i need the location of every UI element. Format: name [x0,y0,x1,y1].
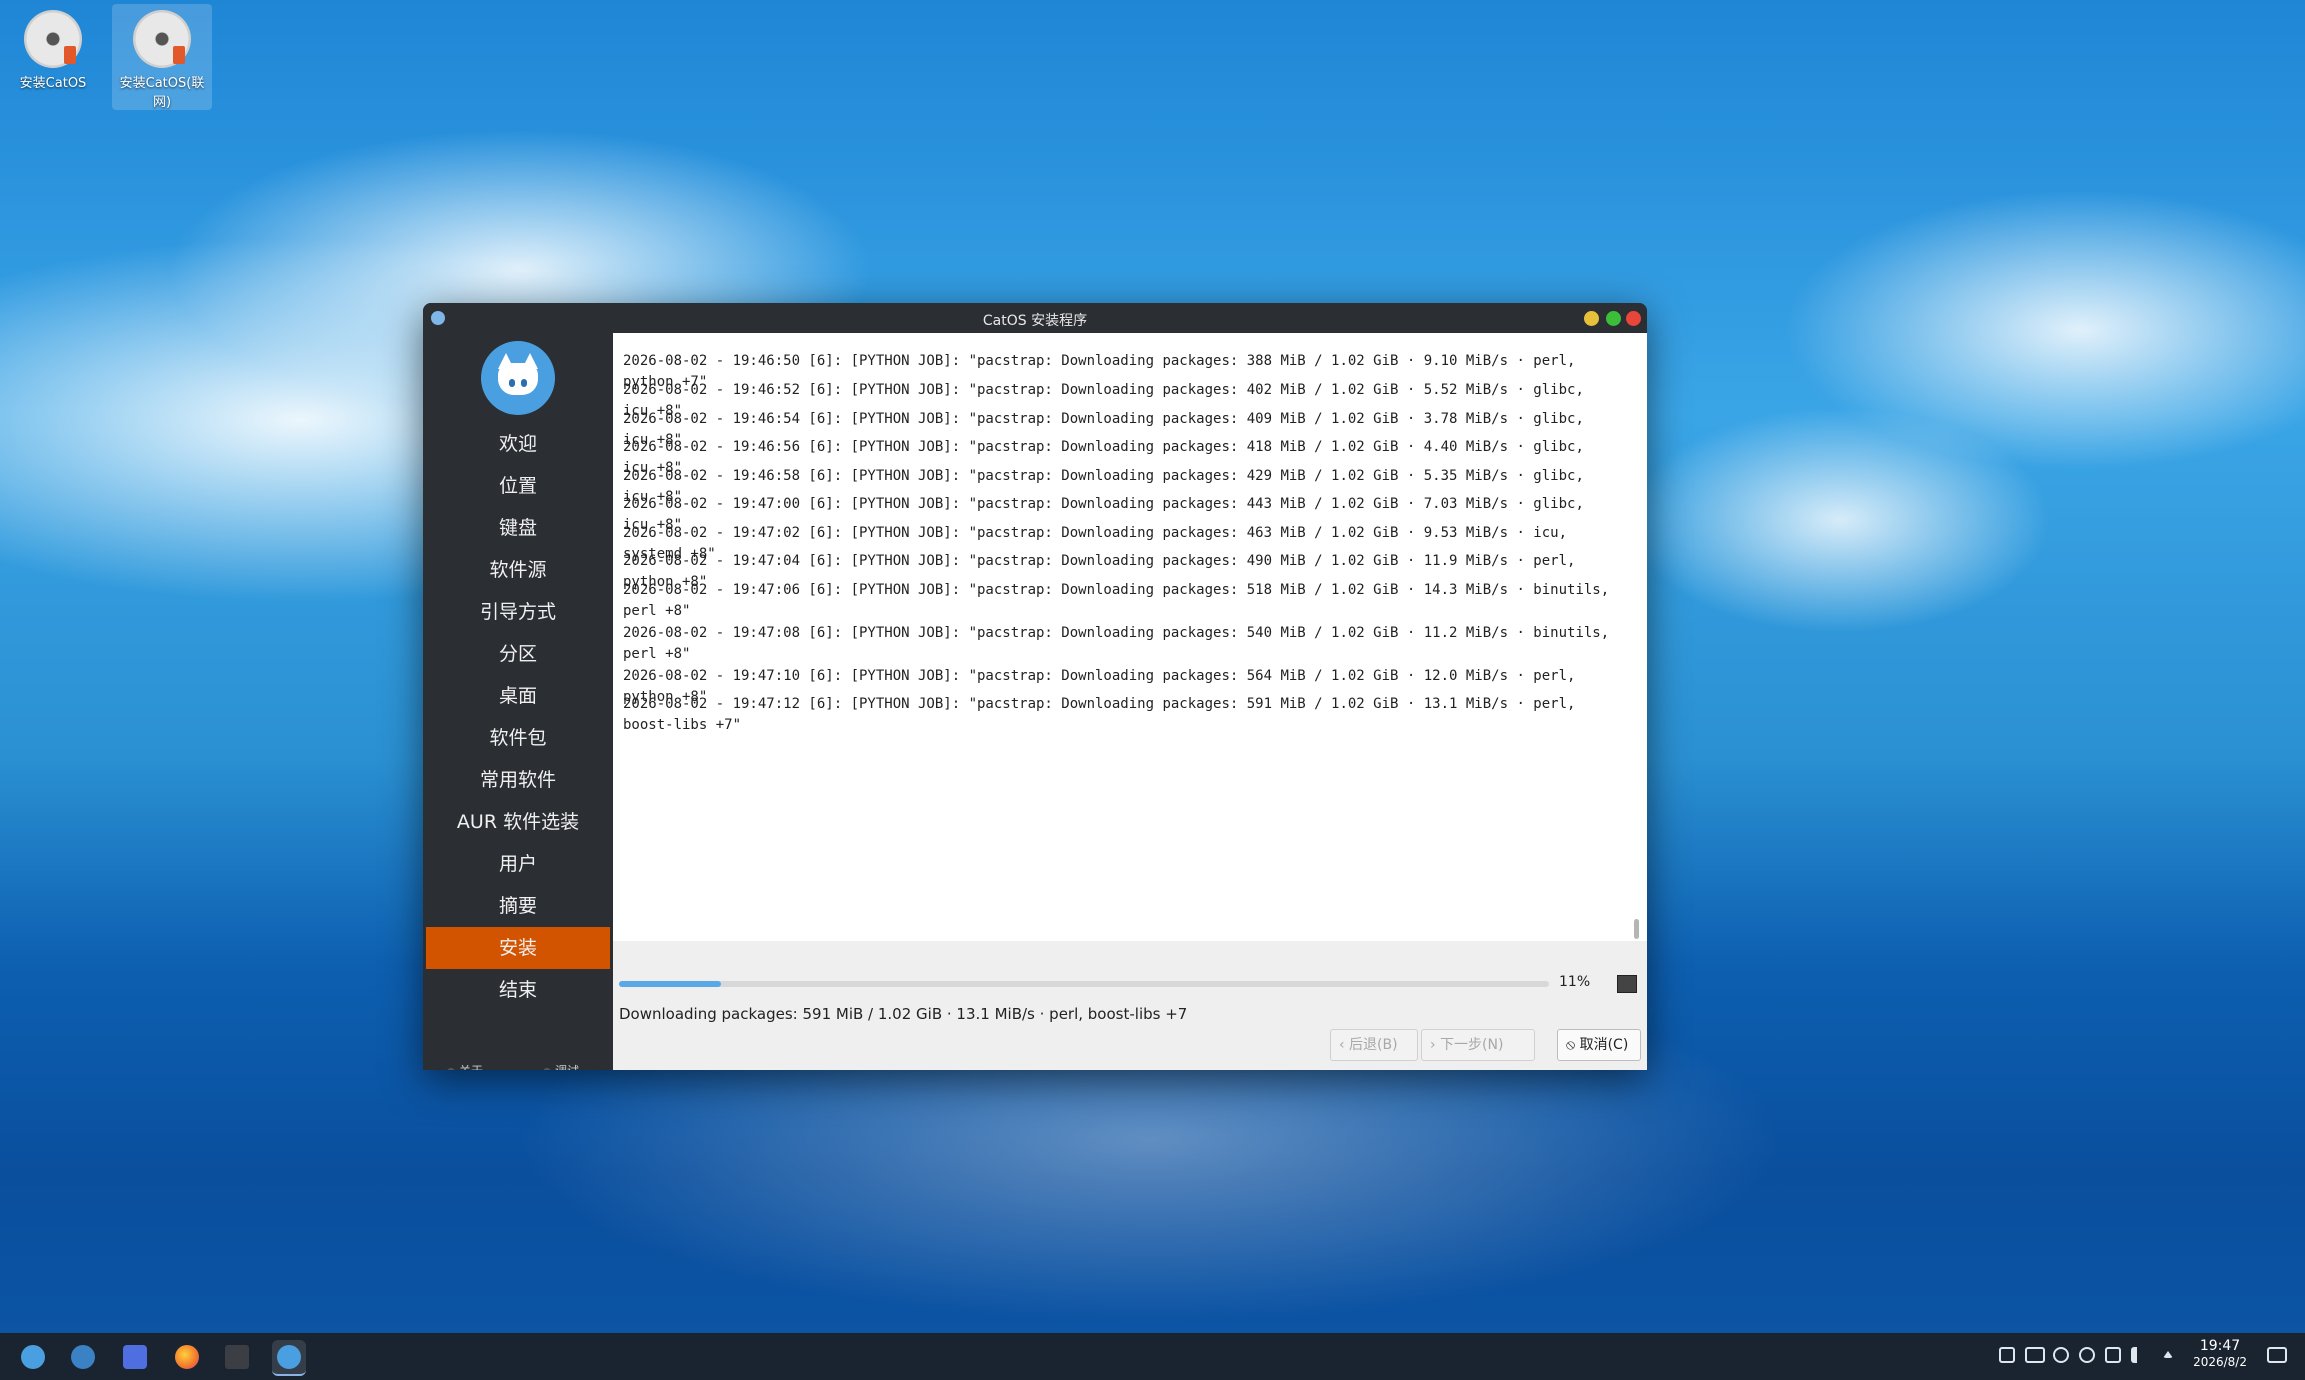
cancel-button[interactable]: ⦸ 取消(C) [1557,1029,1641,1061]
progress-bar [619,981,1549,987]
sidebar-step: 用户 [498,853,537,875]
terminal-icon [225,1345,249,1369]
sidebar-step: 引导方式 [479,601,556,623]
about-button[interactable]: 关于 [447,1062,483,1070]
sidebar-step: 欢迎 [498,433,537,455]
log-line: 2026-08-02 - 19:47:12 [6]: [PYTHON JOB]:… [623,696,1584,733]
step-list: 欢迎位置键盘软件源引导方式分区桌面软件包常用软件 AUR 软件选装 用户摘要安装结束 [423,423,613,1011]
status-text: Downloading packages: 591 MiB / 1.02 GiB… [619,1005,1188,1023]
minimize-button[interactable] [1584,311,1599,326]
installer-window: CatOS 安装程序 欢迎位置键盘软件源引导方式分区桌面软件包常用软件 AUR 软… [423,303,1647,1070]
files-button[interactable] [118,1340,152,1374]
sidebar-step: 位置 [498,475,537,497]
clock[interactable]: 19:47 2026/8/2 [2193,1338,2247,1370]
maximize-button[interactable] [1606,311,1621,326]
next-button[interactable]: › 下一步(N) [1421,1029,1535,1061]
back-button[interactable]: ‹ 后退(B) [1330,1029,1418,1061]
catos-menu-icon [21,1345,45,1369]
log-line: 2026-08-02 - 19:47:06 [6]: [PYTHON JOB]:… [623,582,1618,619]
title-bar[interactable]: CatOS 安装程序 [423,303,1647,333]
close-button[interactable] [1626,311,1641,326]
sidebar-step: 软件包 [489,727,547,749]
catos-menu-button[interactable] [16,1340,50,1374]
main-panel: 2026-08-02 - 19:46:50 [6]: [PYTHON JOB]:… [613,333,1647,1070]
log-scrollbar[interactable] [1634,919,1639,939]
desktop-icon-install-catos-online[interactable]: 安装CatOS(联网) [112,4,212,110]
toggle-log-icon[interactable] [1617,975,1637,993]
sidebar: 欢迎位置键盘软件源引导方式分区桌面软件包常用软件 AUR 软件选装 用户摘要安装结束… [423,333,613,1070]
terminal-button[interactable] [220,1340,254,1374]
clock-time: 19:47 [2199,1338,2241,1354]
log-line: 2026-08-02 - 19:47:08 [6]: [PYTHON JOB]:… [623,625,1618,662]
volume-icon[interactable] [2131,1347,2147,1363]
tray-expand-icon[interactable] [2163,1351,2173,1358]
progress-row: 11% [619,973,1637,997]
clock-date: 2026/8/2 [2193,1355,2247,1369]
desktop-icon-install-catos[interactable]: 安装CatOS [3,4,103,91]
sidebar-step: 摘要 [498,895,537,917]
disc-drive-icon [133,10,191,68]
installer-taskbar-button[interactable] [272,1340,306,1376]
about-label: 关于 [459,1064,483,1070]
catos-installer-icon [277,1345,301,1369]
folder-icon [123,1345,147,1369]
network-icon[interactable] [2053,1347,2069,1363]
sidebar-step: 键盘 [498,517,537,539]
notifications-icon[interactable] [2267,1347,2287,1363]
debug-button[interactable]: 调试 [543,1062,579,1070]
sidebar-step: 安装 [426,927,610,969]
sidebar-step: 软件源 [489,559,547,581]
toggle-icon [71,1345,95,1369]
clipboard-icon[interactable] [1999,1347,2015,1363]
toggle-button[interactable] [66,1340,100,1374]
firefox-button[interactable] [170,1340,204,1374]
sidebar-step: 常用软件 [479,769,556,791]
taskbar: 19:47 2026/8/2 [0,1333,2305,1380]
disc-drive-icon [24,10,82,68]
catos-logo-icon [481,341,555,415]
sidebar-step: AUR 软件选装 [456,811,580,833]
display-icon[interactable] [2105,1347,2121,1363]
desktop-icon-label: 安装CatOS(联网) [119,76,205,110]
sidebar-step: 结束 [498,979,537,1001]
progress-percent: 11% [1559,974,1591,990]
window-title: CatOS 安装程序 [982,313,1088,329]
install-log[interactable]: 2026-08-02 - 19:46:50 [6]: [PYTHON JOB]:… [613,333,1647,941]
debug-label: 调试 [555,1064,579,1070]
sidebar-step: 桌面 [498,685,537,707]
progress-fill [619,981,722,987]
keyboard-icon[interactable] [2025,1347,2045,1363]
brightness-icon[interactable] [2079,1347,2095,1363]
firefox-icon [175,1345,199,1369]
desktop-icon-label: 安装CatOS [19,76,87,91]
sidebar-step: 分区 [498,643,537,665]
